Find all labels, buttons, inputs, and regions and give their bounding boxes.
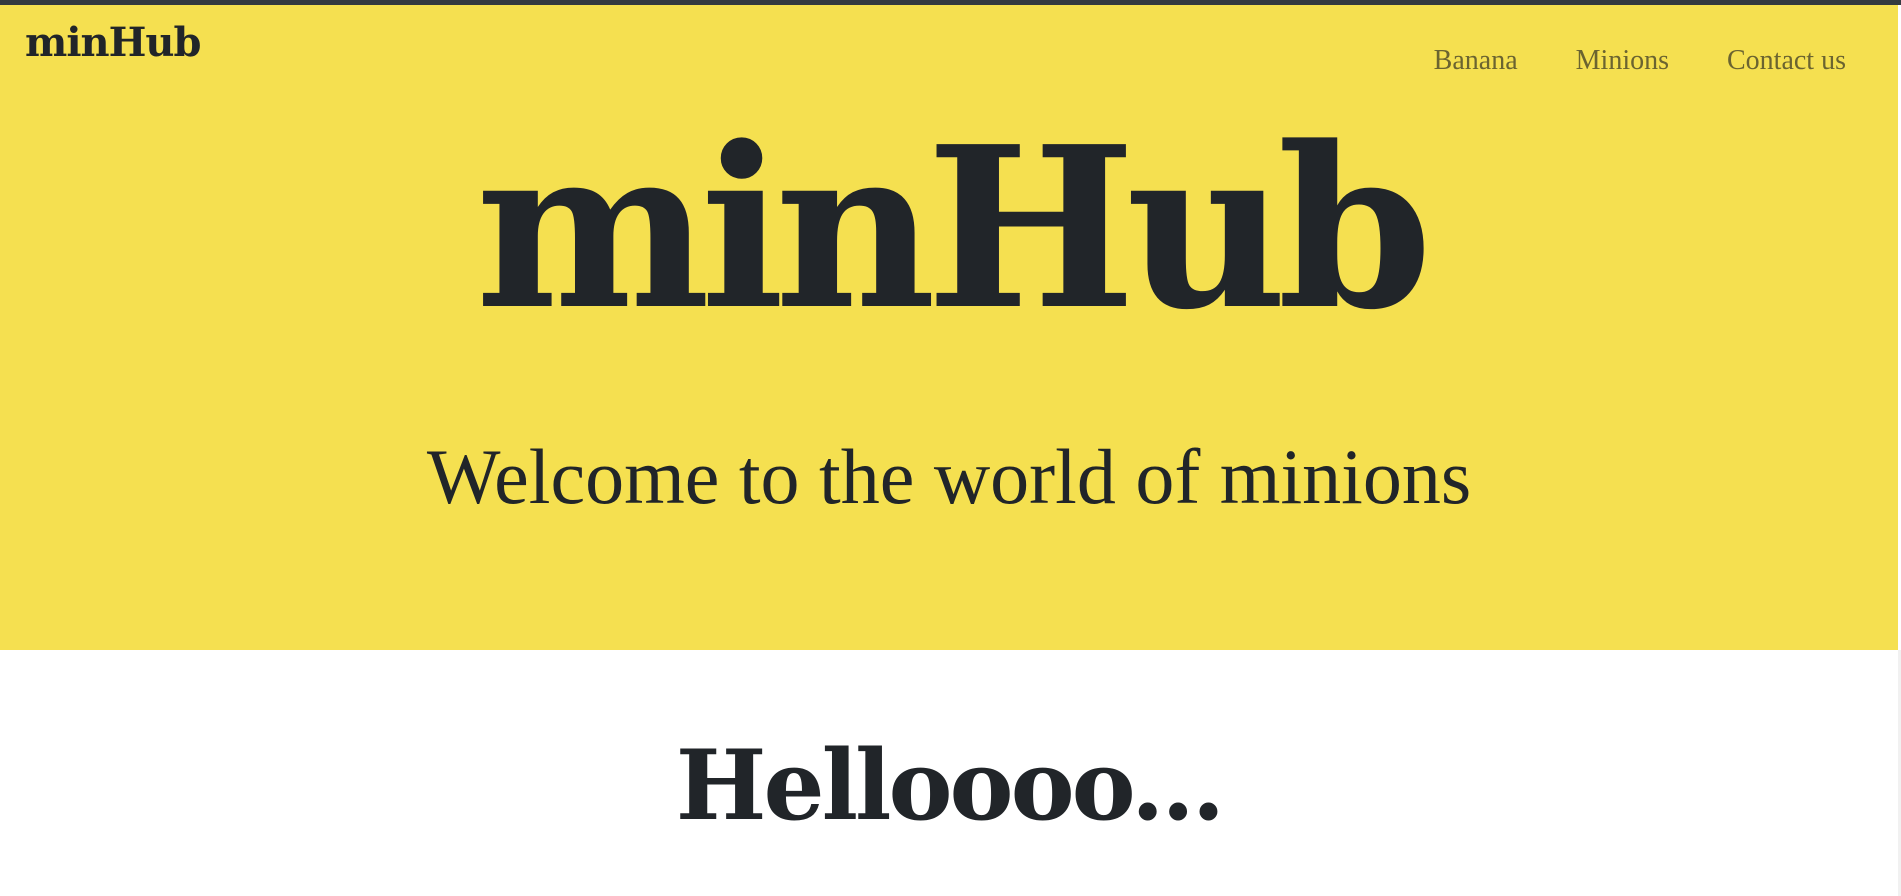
nav-link-contact[interactable]: Contact us	[1727, 47, 1846, 75]
brand-logo[interactable]: minHub	[25, 23, 201, 63]
nav-link-minions[interactable]: Minions	[1576, 47, 1669, 75]
hero-title: minHub	[475, 99, 1432, 359]
page: minHub Banana Minions Contact us minHub …	[0, 0, 1901, 896]
hero-subtitle: Welcome to the world of minions	[426, 433, 1472, 520]
nav-link-banana[interactable]: Banana	[1434, 47, 1518, 75]
nav-links: Banana Minions Contact us	[1434, 47, 1846, 75]
section-heading: Helloooo...	[675, 729, 1225, 842]
